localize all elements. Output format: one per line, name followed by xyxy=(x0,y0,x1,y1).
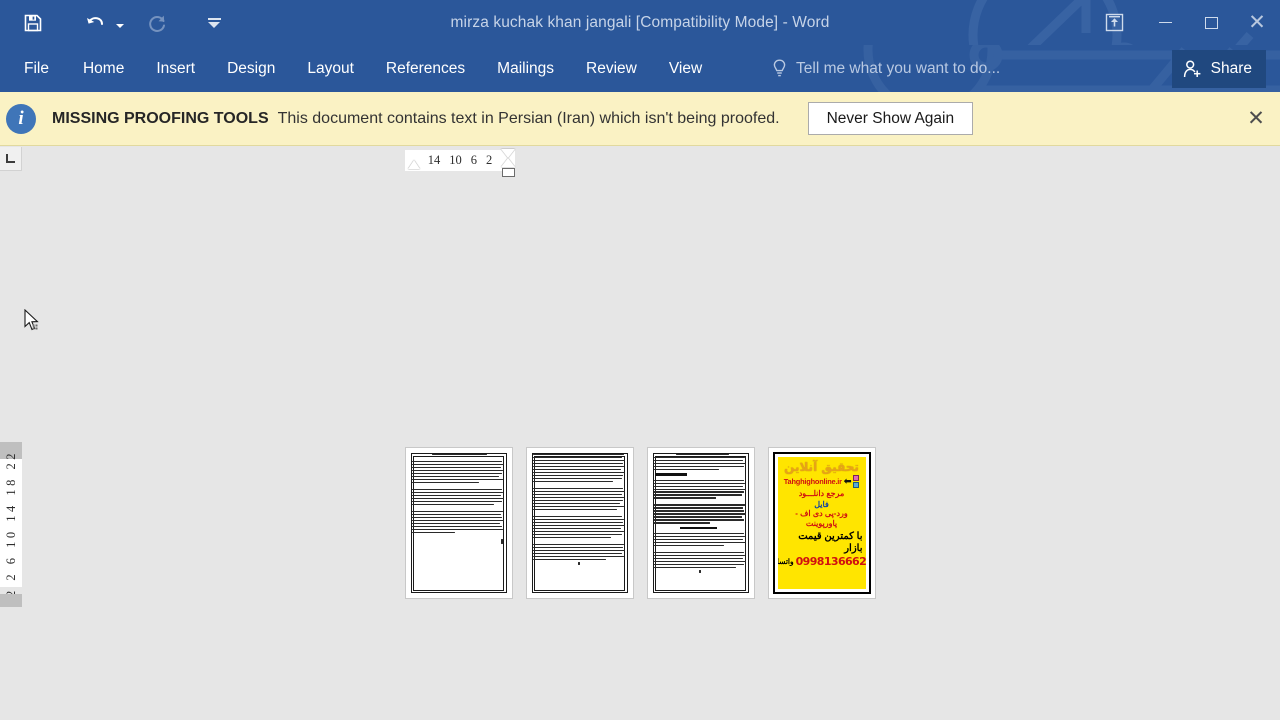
page-text-content xyxy=(411,454,506,592)
hanging-indent-marker[interactable] xyxy=(501,158,515,167)
share-button[interactable]: Share xyxy=(1171,50,1266,88)
tab-mailings[interactable]: Mailings xyxy=(481,45,570,92)
ribbon-tab-strip: File Home Insert Design Layout Reference… xyxy=(0,45,1280,92)
page-text-content xyxy=(532,454,627,592)
ribbon-display-options-icon[interactable] xyxy=(1086,0,1142,45)
tell-me-search[interactable]: Tell me what you want to do... xyxy=(772,45,1000,92)
ad-logo-text: تحقیق آنلاین xyxy=(784,460,859,474)
ad-url-row: Tahghighonline.ir ⬅ xyxy=(783,474,860,488)
document-workspace: 14 10 6 2 2 2 6 10 14 18 22 تحقیق آنلاین… xyxy=(0,147,1280,720)
mouse-cursor xyxy=(24,309,39,331)
page-thumbnail-2[interactable] xyxy=(525,447,634,599)
ad-phone-row: 09981366624 واتساپ xyxy=(778,555,866,568)
first-line-indent-marker[interactable] xyxy=(501,149,515,158)
undo-icon[interactable] xyxy=(78,5,112,41)
maximize-icon[interactable] xyxy=(1188,0,1234,45)
tell-me-placeholder: Tell me what you want to do... xyxy=(796,59,1001,77)
tab-layout[interactable]: Layout xyxy=(291,45,370,92)
ad-price-line: با کمترین قیمت بازار xyxy=(798,531,863,554)
info-icon: i xyxy=(6,103,36,134)
ad-file-line: فایل xyxy=(814,499,829,509)
tab-view[interactable]: View xyxy=(653,45,718,92)
page-thumbnails: تحقیق آنلاین Tahghighonline.ir ⬅ مرجع دا… xyxy=(0,447,1280,617)
message-bar-text: This document contains text in Persian (… xyxy=(277,109,780,127)
title-bar: mirza kuchak khan jangali [Compatibility… xyxy=(0,0,1280,45)
tab-file[interactable]: File xyxy=(0,45,67,92)
ruler-mark-14: 14 xyxy=(427,153,441,167)
minimize-icon[interactable] xyxy=(1142,0,1188,45)
tab-home[interactable]: Home xyxy=(67,45,140,92)
ruler-mark-2: 2 xyxy=(486,153,493,167)
page-thumbnail-1[interactable] xyxy=(404,447,513,599)
horizontal-ruler[interactable]: 14 10 6 2 xyxy=(0,147,1280,177)
message-bar-heading: MISSING PROOFING TOOLS xyxy=(52,109,269,127)
ad-formats-line: ورد-پی دی اف - پاورپوینت xyxy=(795,509,848,529)
ruler-mark-10: 10 xyxy=(449,153,462,167)
ad-whatsapp-label: واتساپ xyxy=(778,557,794,567)
close-icon[interactable]: ✕ xyxy=(1234,0,1280,45)
tab-stop-selector[interactable] xyxy=(0,147,22,171)
redo-icon xyxy=(140,5,174,41)
quick-access-toolbar xyxy=(0,0,174,45)
left-tab-stop-icon xyxy=(6,154,15,163)
window-controls: ✕ xyxy=(1086,0,1280,45)
tab-insert[interactable]: Insert xyxy=(140,45,211,92)
left-indent-marker[interactable] xyxy=(408,160,420,169)
ribbon-tabs: File Home Insert Design Layout Reference… xyxy=(0,45,718,92)
share-person-icon xyxy=(1183,59,1201,77)
share-label: Share xyxy=(1210,60,1252,77)
customize-quick-access-toolbar-icon[interactable] xyxy=(203,0,225,45)
tab-references[interactable]: References xyxy=(370,45,481,92)
save-icon[interactable] xyxy=(16,5,50,41)
word-window: mirza kuchak khan jangali [Compatibility… xyxy=(0,0,1280,720)
tab-review[interactable]: Review xyxy=(570,45,653,92)
page-thumbnail-4-advertisement[interactable]: تحقیق آنلاین Tahghighonline.ir ⬅ مرجع دا… xyxy=(767,447,876,599)
arrow-left-icon: ⬅ xyxy=(843,475,852,486)
ad-badge-icons xyxy=(853,474,860,488)
ad-content: تحقیق آنلاین Tahghighonline.ir ⬅ مرجع دا… xyxy=(777,457,866,589)
message-bar-close-icon[interactable]: ✕ xyxy=(1242,105,1270,133)
message-bar: i MISSING PROOFING TOOLS This document c… xyxy=(0,92,1280,146)
ad-download-line: مرجع دانلـــود xyxy=(798,488,845,498)
undo-dropdown-icon[interactable] xyxy=(112,5,128,41)
page-text-content xyxy=(653,454,748,592)
ruler-mark-6: 6 xyxy=(470,153,477,167)
page-thumbnail-3[interactable] xyxy=(646,447,755,599)
blue-square-icon xyxy=(853,481,860,488)
lightbulb-icon xyxy=(773,59,786,77)
ad-website-url: Tahghighonline.ir xyxy=(783,476,842,486)
pink-square-icon xyxy=(853,474,860,481)
ad-page-border-frame: تحقیق آنلاین Tahghighonline.ir ⬅ مرجع دا… xyxy=(772,452,871,594)
tab-design[interactable]: Design xyxy=(211,45,291,92)
ad-phone-number: 09981366624 xyxy=(795,555,866,569)
right-indent-marker[interactable] xyxy=(502,168,515,177)
never-show-again-button[interactable]: Never Show Again xyxy=(807,102,974,135)
ruler-scale: 14 10 6 2 xyxy=(405,150,515,171)
